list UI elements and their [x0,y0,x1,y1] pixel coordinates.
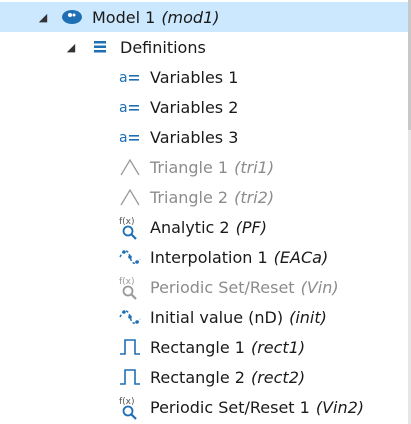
definitions-list-icon [88,35,112,59]
tree-node-analytic-2[interactable]: f(x) Analytic 2 (PF) [0,212,408,242]
tree-node-label: Variables 3 [150,127,239,147]
tree-node-label: Triangle 2 [150,187,229,207]
svg-text:a: a [119,70,128,86]
tree-node-tag: (EACa) [273,247,329,267]
tree-node-interpolation-1[interactable]: Interpolation 1 (EACa) [0,242,408,272]
tree-node-label: Rectangle 1 [150,337,245,357]
interpolation-function-icon [118,305,142,329]
variables-icon: a [118,95,142,119]
collapse-arrow-icon[interactable]: ◢ [64,40,78,54]
rectangle-function-icon [118,335,142,359]
tree-node-label: Triangle 1 [150,157,229,177]
tree-node-initial-value[interactable]: Initial value (nD) (init) [0,302,408,332]
tree-node-label: Rectangle 2 [150,367,245,387]
rectangle-function-icon [118,365,142,389]
tree-node-tag: (Vin2) [315,397,365,417]
analytic-function-icon: f(x) [118,275,142,300]
tree-node-tag: (rect2) [250,367,306,387]
tree-node-label: Periodic Set/Reset 1 [150,397,310,417]
tree-node-tag: (mod1) [161,7,220,27]
svg-text:f(x): f(x) [119,217,135,227]
tree-node-tag: (tri2) [234,187,275,207]
tree-node-periodic-set-reset-1[interactable]: f(x) Periodic Set/Reset 1 (Vin2) [0,392,408,422]
tree-node-rectangle-2[interactable]: Rectangle 2 (rect2) [0,362,408,392]
tree-node-variables-1[interactable]: a Variables 1 [0,62,408,92]
tree-node-periodic-set-reset[interactable]: f(x) Periodic Set/Reset (Vin) [0,272,408,302]
tree-node-label: Model 1 [92,7,156,27]
variables-icon: a [118,125,142,149]
tree-node-label: Interpolation 1 [150,247,268,267]
tree-node-variables-3[interactable]: a Variables 3 [0,122,408,152]
model-builder-tree: ◢ Model 1 (mod1) ◢ Definitions a Variabl… [0,0,408,424]
tree-node-label: Initial value (nD) [150,307,284,327]
tree-node-label: Analytic 2 [150,217,230,237]
tree-node-triangle-2[interactable]: Triangle 2 (tri2) [0,182,408,212]
model-icon [60,5,84,29]
triangle-function-icon [118,155,142,179]
svg-text:f(x): f(x) [119,277,135,287]
svg-text:a: a [119,130,128,146]
tree-node-definitions[interactable]: ◢ Definitions [0,32,408,62]
tree-node-tag: (PF) [235,217,267,237]
analytic-function-icon: f(x) [118,395,142,420]
analytic-function-icon: f(x) [118,215,142,240]
tree-node-tag: (init) [289,307,327,327]
tree-node-tag: (rect1) [250,337,306,357]
tree-node-tag: (tri1) [234,157,275,177]
variables-icon: a [118,65,142,89]
triangle-function-icon [118,185,142,209]
tree-node-label: Variables 2 [150,97,239,117]
tree-node-model[interactable]: ◢ Model 1 (mod1) [0,2,408,32]
svg-text:f(x): f(x) [119,397,135,407]
tree-node-variables-2[interactable]: a Variables 2 [0,92,408,122]
collapse-arrow-icon[interactable]: ◢ [36,10,50,24]
interpolation-function-icon [118,245,142,269]
tree-node-label: Variables 1 [150,67,239,87]
tree-node-triangle-1[interactable]: Triangle 1 (tri1) [0,152,408,182]
tree-node-label: Definitions [120,37,206,57]
tree-node-rectangle-1[interactable]: Rectangle 1 (rect1) [0,332,408,362]
tree-node-label: Periodic Set/Reset [150,277,295,297]
tree-node-tag: (Vin) [300,277,339,297]
svg-text:a: a [119,100,128,116]
